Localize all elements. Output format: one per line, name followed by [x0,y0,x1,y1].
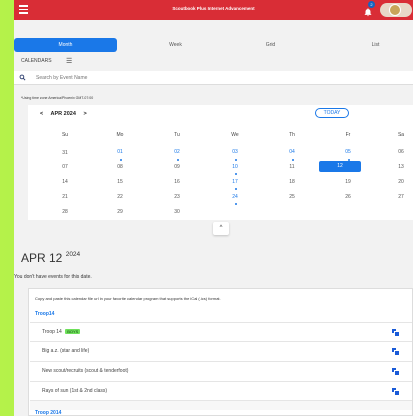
calendar-day[interactable]: 03 [215,147,255,159]
search-input[interactable] [36,74,336,82]
calendar-day[interactable]: 22 [100,192,140,204]
calendar-day[interactable]: 27 [381,192,413,204]
tab-month[interactable]: Month [14,38,117,52]
view-tabs: Month Week Grid List [14,38,413,52]
event-dot [235,159,237,161]
filter-icon[interactable]: ☰ [66,57,72,65]
calendar-name: Rays of sun (1st & 2nd class) [42,388,108,394]
calendar-row: Rays of sun (1st & 2nd class) [30,381,412,400]
ical-panel: Copy and paste this calendar file url in… [28,288,413,416]
ical-hint: Copy and paste this calendar file url in… [35,296,221,301]
timezone-note: *Using time zone America/Phoenix GMT-07:… [21,96,94,100]
calendar-day[interactable]: 30 [157,207,197,219]
event-dot [235,203,237,205]
calendar-day[interactable]: 05 [328,147,368,159]
tab-list[interactable]: List [324,38,413,52]
calendar-day[interactable]: 15 [100,177,140,189]
calendar-day[interactable]: 06 [381,147,413,159]
tab-grid[interactable]: Grid [219,38,322,52]
notification-badge: 2 [368,1,375,8]
month-nav: < APR 2024 > [40,111,93,117]
calendar-day[interactable]: 01 [100,147,140,159]
month-label: APR 2024 [50,111,76,117]
calendar-day[interactable]: 14 [45,177,85,189]
copy-icon[interactable] [392,388,400,396]
no-events-message: You don't have events for this date. [14,274,92,280]
prev-month-icon[interactable]: < [40,111,43,117]
calendar-day[interactable]: 20 [381,177,413,189]
event-dot [177,159,179,161]
app-window: Scoutbook Plus Internet Advancement 2 Mo… [14,0,413,416]
calendar-row: Troop 14 BOYS [30,322,412,341]
weekday-header: We [231,132,239,138]
calendar-day[interactable]: 31 [45,148,85,160]
copy-icon[interactable] [392,348,400,356]
calendar-day[interactable]: 28 [45,207,85,219]
today-button[interactable]: TODAY [315,108,349,118]
app-title: Scoutbook Plus Internet Advancement [172,6,255,11]
event-dot [235,173,237,175]
copy-icon[interactable] [392,368,400,376]
weekday-header: Su [61,132,69,138]
calendar-name: Big a.z. (star and life) [42,348,90,354]
calendar-day[interactable]: 21 [45,192,85,204]
calendar-day[interactable]: 07 [45,162,85,174]
calendar-day[interactable]: 23 [157,192,197,204]
selected-date-title: APR 12 2024 [21,251,80,265]
weekday-header: Tu [174,132,180,138]
calendar-day[interactable]: 26 [328,192,368,204]
weekday-header: Mo [116,132,124,138]
search-icon [19,74,26,81]
calendar-day[interactable]: 18 [272,177,312,189]
calendars-heading: CALENDARS [21,58,52,64]
calendar-day-selected[interactable]: 12 [319,161,361,172]
weekday-header: Th [289,132,295,138]
calendar-day[interactable]: 04 [272,147,312,159]
calendar-name-text: Troop 14 [42,329,62,335]
selected-date-year: 2024 [65,251,81,258]
calendar-day[interactable]: 13 [381,162,413,174]
tab-week[interactable]: Week [124,38,227,52]
selected-date-label: APR 12 [21,251,63,265]
copy-icon[interactable] [392,329,400,337]
collapse-calendar-button[interactable]: ^ [213,222,229,235]
event-dot [292,159,294,161]
calendar-day[interactable]: 09 [157,162,197,174]
calendar-day[interactable]: 25 [272,192,312,204]
group-separator [30,400,412,410]
group-title: Troop14 [35,311,55,317]
calendar-day[interactable]: 11 [272,162,312,174]
calendar-row: Big a.z. (star and life) [30,341,412,360]
weekday-header: Sa [397,132,405,138]
calendar-name: Troop 14 BOYS [42,329,81,335]
search-bar [14,71,413,85]
calendar-day[interactable]: 02 [157,147,197,159]
month-calendar: < APR 2024 > TODAY Su Mo Tu We Th Fr Sa … [28,105,413,220]
calendar-day[interactable]: 29 [100,207,140,219]
tag-badge: BOYS [65,329,81,334]
calendar-row: New scout/recruits (scout & tenderfoot) [30,361,412,380]
calendar-day[interactable]: 19 [328,177,368,189]
top-bar: Scoutbook Plus Internet Advancement 2 [14,0,413,20]
event-dot [235,188,237,190]
weekday-header: Fr [345,132,351,138]
calendar-day[interactable]: 16 [157,177,197,189]
group-title: Troop 2014 [35,410,62,416]
event-dot [120,159,122,161]
next-month-icon[interactable]: > [83,111,86,117]
calendar-name: New scout/recruits (scout & tenderfoot) [42,368,129,374]
avatar[interactable] [389,4,401,16]
calendar-day[interactable]: 08 [100,162,140,174]
